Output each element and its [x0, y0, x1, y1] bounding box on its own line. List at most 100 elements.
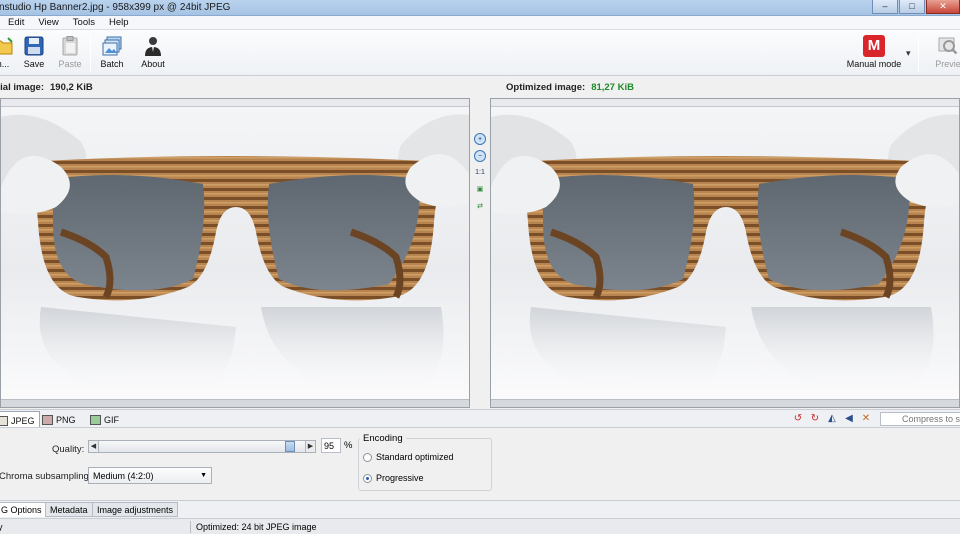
initial-image-size: 190,2 KiB: [50, 82, 93, 93]
png-format-icon: [42, 415, 53, 425]
mode-dropdown-caret-icon[interactable]: ▾: [906, 48, 911, 59]
toolbar: n... Save Paste: [0, 30, 960, 76]
quality-value-input[interactable]: [321, 438, 341, 453]
floppy-save-icon: [24, 36, 44, 56]
close-button[interactable]: ✕: [926, 0, 960, 14]
preview-button[interactable]: Previe: [928, 32, 960, 74]
optimized-image-pane[interactable]: [490, 98, 960, 408]
manual-mode-button[interactable]: M Manual mode: [842, 32, 906, 74]
pane-top-strip: [491, 99, 959, 107]
radio-button-icon: [363, 452, 372, 462]
paste-label: Paste: [58, 59, 82, 69]
horizontal-scrollbar[interactable]: [1, 399, 469, 407]
zoom-toolbar: + − 1:1 ▣ ⇄: [471, 130, 489, 218]
radio-standard-optimized[interactable]: Standard optimized: [363, 452, 454, 462]
chroma-subsampling-value: Medium (4:2:0): [93, 471, 154, 481]
slider-right-arrow-icon[interactable]: ▶: [305, 441, 315, 452]
horizontal-scrollbar[interactable]: [491, 399, 959, 407]
chroma-subsampling-label: Chroma subsampling:: [0, 471, 92, 482]
radio-progressive[interactable]: Progressive: [363, 473, 424, 483]
save-button[interactable]: Save: [20, 32, 48, 74]
title-bar: tinstudio Hp Banner2.jpg - 958x399 px @ …: [0, 0, 960, 16]
tab-gif-label: GIF: [104, 415, 119, 425]
jpeg-format-icon: [0, 415, 8, 426]
zoom-out-icon[interactable]: −: [474, 150, 486, 162]
tab-jpeg[interactable]: JPEG: [0, 411, 40, 427]
flip-horizontal-icon[interactable]: ◭: [826, 413, 838, 425]
initial-image-photo: [1, 107, 469, 401]
actual-size-button[interactable]: 1:1: [474, 167, 486, 179]
optimized-image-info: Optimized image: 81,27 KiB: [506, 82, 634, 93]
radio-standard-optimized-label: Standard optimized: [376, 452, 454, 462]
quality-slider-thumb[interactable]: [285, 441, 296, 452]
tab-gif[interactable]: GIF: [86, 411, 123, 427]
toolbar-separator: [918, 34, 919, 72]
preview-label: Previe: [935, 59, 960, 69]
toolbar-separator: [90, 34, 91, 72]
status-bar: y Optimized: 24 bit JPEG image: [0, 518, 960, 534]
about-button[interactable]: About: [138, 32, 168, 74]
magnifier-preview-icon: [938, 37, 958, 55]
tab-png[interactable]: PNG: [38, 411, 80, 427]
menu-bar: Edit View Tools Help: [0, 16, 960, 30]
initial-image-info: tial image: 190,2 KiB: [0, 82, 93, 93]
fit-to-window-icon[interactable]: ▣: [474, 184, 486, 196]
batch-images-icon: [102, 36, 122, 56]
compress-to-size-input[interactable]: [880, 412, 960, 426]
manual-mode-label: Manual mode: [846, 59, 902, 69]
status-optimized-info: Optimized: 24 bit JPEG image: [196, 522, 317, 532]
radio-progressive-label: Progressive: [376, 473, 424, 483]
batch-label: Batch: [100, 59, 124, 69]
rotate-right-icon[interactable]: ↻: [809, 413, 821, 425]
jpeg-options-panel: Quality: ◀ ▶ % Chroma subsampling: Mediu…: [0, 428, 960, 500]
zoom-in-icon[interactable]: +: [474, 133, 486, 145]
menu-help[interactable]: Help: [102, 16, 136, 29]
about-label: About: [141, 59, 165, 69]
initial-image-pane[interactable]: [0, 98, 470, 408]
menu-view[interactable]: View: [31, 16, 65, 29]
options-tab-bar: G Options Metadata Image adjustments: [0, 500, 960, 518]
image-info-bar: tial image: 190,2 KiB Optimized image: 81,…: [0, 77, 960, 97]
quality-label: Quality:: [52, 444, 85, 455]
chroma-subsampling-select[interactable]: Medium (4:2:0) ▼: [88, 467, 212, 484]
encoding-group: [358, 438, 492, 491]
gif-format-icon: [90, 415, 101, 425]
open-folder-icon: [0, 37, 13, 55]
open-button[interactable]: n...: [0, 32, 14, 74]
sync-view-icon[interactable]: ⇄: [474, 201, 486, 213]
tab-jpeg-label: JPEG: [11, 415, 35, 426]
minimize-button[interactable]: ‒: [872, 0, 898, 14]
tab-metadata[interactable]: Metadata: [45, 502, 93, 517]
crop-icon[interactable]: ✕: [860, 413, 872, 425]
menu-tools[interactable]: Tools: [66, 16, 102, 29]
paste-button[interactable]: Paste: [56, 32, 84, 74]
chevron-down-icon: ▼: [200, 472, 207, 479]
format-tab-bar: JPEG PNG GIF ↺ ↻ ◭ ◀ ✕: [0, 409, 960, 428]
menu-edit[interactable]: Edit: [0, 16, 31, 29]
slider-left-arrow-icon[interactable]: ◀: [89, 441, 99, 452]
app-window: tinstudio Hp Banner2.jpg - 958x399 px @ …: [0, 0, 960, 534]
flip-vertical-icon[interactable]: ◀: [843, 413, 855, 425]
transform-tools: ↺ ↻ ◭ ◀ ✕: [792, 413, 872, 425]
clipboard-paste-icon: [62, 36, 78, 56]
pane-top-strip: [1, 99, 469, 107]
window-title: tinstudio Hp Banner2.jpg - 958x399 px @ …: [0, 2, 231, 13]
tab-png-label: PNG: [56, 415, 76, 425]
tab-image-adjustments[interactable]: Image adjustments: [92, 502, 179, 517]
status-separator: [190, 521, 191, 533]
optimized-image-size: 81,27 KiB: [591, 82, 634, 93]
maximize-button[interactable]: □: [899, 0, 925, 14]
optimized-image-label: Optimized image:: [506, 82, 586, 93]
tab-jpeg-options[interactable]: G Options: [0, 502, 47, 517]
user-about-icon: [145, 37, 161, 56]
open-label: n...: [0, 59, 10, 69]
status-left: y: [0, 522, 3, 532]
save-label: Save: [23, 59, 45, 69]
quality-slider[interactable]: ◀ ▶: [88, 440, 316, 453]
optimized-image-photo: [491, 107, 959, 401]
encoding-group-title: Encoding: [360, 433, 406, 444]
radio-button-selected-icon: [363, 473, 372, 483]
batch-button[interactable]: Batch: [96, 32, 128, 74]
initial-image-label: tial image:: [0, 82, 44, 93]
rotate-left-icon[interactable]: ↺: [792, 413, 804, 425]
